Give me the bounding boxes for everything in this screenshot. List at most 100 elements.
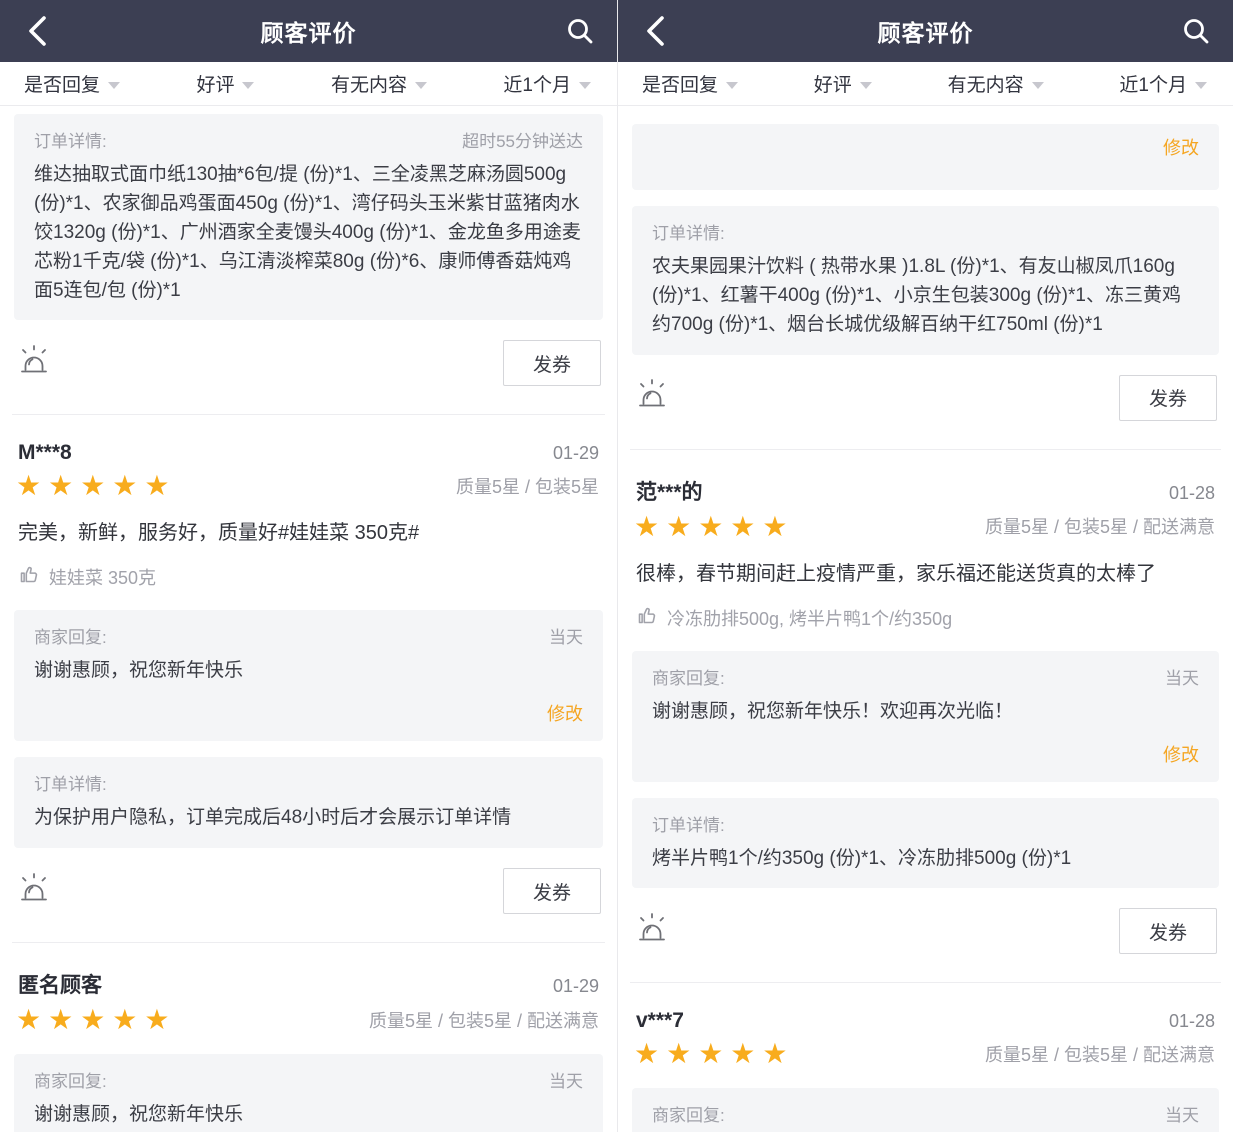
app-header: 顾客评价	[0, 0, 617, 62]
merchant-reply-box-partial: 修改	[632, 124, 1219, 190]
filter-has-content[interactable]: 有无内容	[948, 70, 1044, 97]
alarm-icon[interactable]	[16, 343, 52, 384]
review-date: 01-28	[1169, 483, 1215, 504]
search-icon[interactable]	[1181, 14, 1211, 48]
app-header: 顾客评价	[618, 0, 1233, 62]
filter-label: 好评	[814, 70, 852, 97]
issue-coupon-button[interactable]: 发券	[503, 868, 601, 914]
star-rating: ★★★★★	[16, 1003, 177, 1036]
issue-coupon-button[interactable]: 发券	[1119, 908, 1217, 954]
reply-time: 当天	[549, 1067, 583, 1092]
modify-reply-link[interactable]: 修改	[652, 134, 1199, 160]
review-date: 01-28	[1169, 1011, 1215, 1032]
order-details-label: 订单详情:	[652, 811, 1199, 836]
search-icon[interactable]	[565, 14, 595, 48]
praised-item-tag: 娃娃菜 350克	[49, 564, 156, 590]
order-details-box: 订单详情: 超时55分钟送达 维达抽取式面巾纸130抽*6包/提 (份)*1、三…	[14, 114, 603, 320]
chevron-down-icon	[860, 82, 872, 89]
chevron-down-icon	[1195, 82, 1207, 89]
rating-detail: 质量5星 / 包装5星	[456, 473, 599, 499]
review-text: 很棒，春节期间赶上疫情严重，家乐福还能送货真的太棒了	[636, 559, 1215, 589]
chevron-down-icon	[108, 82, 120, 89]
order-details-label: 订单详情:	[34, 127, 107, 152]
order-details-label: 订单详情:	[652, 219, 1199, 244]
star-rating: ★★★★★	[16, 469, 177, 502]
merchant-reply-text: 谢谢惠顾，祝您新年快乐	[34, 1101, 583, 1130]
thumbs-up-icon	[636, 605, 657, 631]
issue-coupon-button[interactable]: 发券	[503, 340, 601, 386]
filter-rating[interactable]: 好评	[196, 70, 254, 97]
chevron-down-icon	[579, 82, 591, 89]
order-details-box: 订单详情: 农夫果园果汁饮料 ( 热带水果 )1.8L (份)*1、有友山椒凤爪…	[632, 206, 1219, 355]
review-list: 订单详情: 超时55分钟送达 维达抽取式面巾纸130抽*6包/提 (份)*1、三…	[0, 106, 617, 1132]
order-items-text: 烤半片鸭1个/约350g (份)*1、冷冻肋排500g (份)*1	[652, 845, 1199, 874]
modify-reply-link[interactable]: 修改	[652, 741, 1199, 767]
order-details-label: 订单详情:	[34, 770, 583, 795]
filter-bar: 是否回复 好评 有无内容 近1个月	[618, 62, 1233, 106]
filter-label: 有无内容	[948, 70, 1024, 97]
modify-reply-link[interactable]: 修改	[34, 700, 583, 726]
reply-time: 当天	[549, 623, 583, 648]
merchant-reply-label: 商家回复:	[652, 1101, 725, 1126]
reply-time: 当天	[1165, 1101, 1199, 1126]
review-text: 完美，新鲜，服务好，质量好#娃娃菜 350克#	[18, 518, 599, 548]
rating-detail: 质量5星 / 包装5星 / 配送满意	[985, 1041, 1215, 1067]
merchant-reply-box: 商家回复: 当天 谢谢惠顾，祝您新年快乐！欢迎再次光临！ 修改	[632, 651, 1219, 782]
divider	[630, 449, 1221, 450]
filter-label: 是否回复	[24, 70, 100, 97]
review-list: 修改 订单详情: 农夫果园果汁饮料 ( 热带水果 )1.8L (份)*1、有友山…	[618, 106, 1233, 1132]
rating-detail: 质量5星 / 包装5星 / 配送满意	[369, 1007, 599, 1033]
merchant-reply-box: 商家回复: 当天 谢谢惠顾，祝您新年快乐 修改	[14, 1054, 603, 1132]
filter-reply-status[interactable]: 是否回复	[24, 70, 120, 97]
order-items-text: 为保护用户隐私，订单完成后48小时后才会展示订单详情	[34, 804, 583, 833]
filter-label: 近1个月	[1119, 70, 1187, 97]
filter-label: 近1个月	[503, 70, 571, 97]
alarm-icon[interactable]	[634, 911, 670, 952]
filter-time-range[interactable]: 近1个月	[1119, 70, 1207, 97]
order-details-box: 订单详情: 烤半片鸭1个/约350g (份)*1、冷冻肋排500g (份)*1	[632, 798, 1219, 889]
filter-time-range[interactable]: 近1个月	[503, 70, 591, 97]
review-card-partial: 修改 订单详情: 农夫果园果汁饮料 ( 热带水果 )1.8L (份)*1、有友山…	[632, 124, 1219, 450]
divider	[12, 942, 605, 943]
overtime-badge: 超时55分钟送达	[462, 127, 583, 152]
merchant-reply-text: 谢谢惠顾，祝您新年快乐！欢迎再次光临！	[652, 698, 1199, 727]
left-screen: 顾客评价 是否回复 好评 有无内容 近1个月	[0, 0, 617, 1132]
star-rating: ★★★★★	[634, 1037, 795, 1070]
rating-detail: 质量5星 / 包装5星 / 配送满意	[985, 513, 1215, 539]
review-card: 范***的 01-28 ★★★★★ 质量5星 / 包装5星 / 配送满意 很棒，…	[632, 476, 1219, 984]
reviewer-name: M***8	[18, 441, 72, 465]
filter-label: 好评	[196, 70, 234, 97]
divider	[630, 982, 1221, 983]
filter-bar: 是否回复 好评 有无内容 近1个月	[0, 62, 617, 106]
page-title: 顾客评价	[618, 14, 1233, 48]
divider	[12, 414, 605, 415]
app: 顾客评价 是否回复 好评 有无内容 近1个月	[0, 0, 1234, 1132]
issue-coupon-button[interactable]: 发券	[1119, 375, 1217, 421]
back-icon[interactable]	[640, 14, 670, 48]
alarm-icon[interactable]	[16, 871, 52, 912]
right-screen: 顾客评价 是否回复 好评 有无内容 近1个月	[617, 0, 1233, 1132]
order-items-text: 维达抽取式面巾纸130抽*6包/提 (份)*1、三全凌黑芝麻汤圆500g (份)…	[34, 161, 583, 305]
back-icon[interactable]	[22, 14, 52, 48]
review-card: v***7 01-28 ★★★★★ 质量5星 / 包装5星 / 配送满意 商家回…	[632, 1009, 1219, 1132]
order-details-box: 订单详情: 为保护用户隐私，订单完成后48小时后才会展示订单详情	[14, 757, 603, 848]
star-rating: ★★★★★	[634, 510, 795, 543]
praised-item-tag: 冷冻肋排500g, 烤半片鸭1个/约350g	[667, 605, 952, 631]
review-card: M***8 01-29 ★★★★★ 质量5星 / 包装5星 完美，新鲜，服务好，…	[14, 441, 603, 943]
review-card-partial: 订单详情: 超时55分钟送达 维达抽取式面巾纸130抽*6包/提 (份)*1、三…	[14, 114, 603, 415]
reply-time: 当天	[1165, 664, 1199, 689]
filter-label: 是否回复	[642, 70, 718, 97]
reviewer-name: v***7	[636, 1009, 684, 1033]
alarm-icon[interactable]	[634, 377, 670, 418]
thumbs-up-icon	[18, 564, 39, 590]
merchant-reply-text: 谢谢惠顾，祝您新年快乐	[34, 657, 583, 686]
chevron-down-icon	[1032, 82, 1044, 89]
reviewer-name: 范***的	[636, 476, 703, 506]
filter-has-content[interactable]: 有无内容	[331, 70, 427, 97]
review-date: 01-29	[553, 443, 599, 464]
review-date: 01-29	[553, 976, 599, 997]
filter-reply-status[interactable]: 是否回复	[642, 70, 738, 97]
chevron-down-icon	[415, 82, 427, 89]
merchant-reply-box: 商家回复: 当天 谢谢惠顾，祝您新年快乐！欢迎再次光临！ 修改	[632, 1088, 1219, 1132]
filter-rating[interactable]: 好评	[814, 70, 872, 97]
